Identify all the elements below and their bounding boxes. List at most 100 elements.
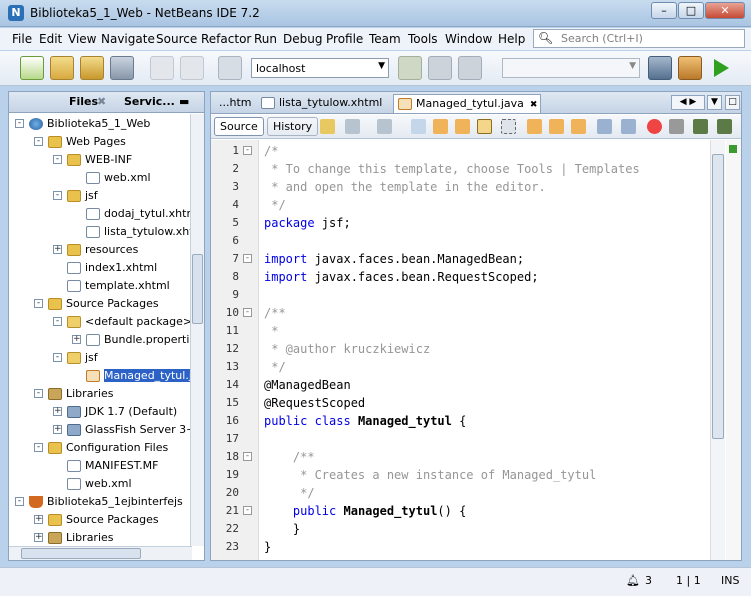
tree-node[interactable]: MANIFEST.MF (67, 457, 158, 475)
editor-vertical-scrollbar[interactable] (710, 140, 725, 560)
editor-tab-truncated[interactable]: ...htm (215, 94, 255, 113)
collapse-node-icon[interactable]: - (34, 443, 43, 452)
back-icon[interactable] (345, 119, 360, 134)
tree-node[interactable]: Configuration Files (48, 439, 168, 457)
tree-node[interactable]: Biblioteka5_1ejbinterfejs (29, 493, 183, 511)
collapse-node-icon[interactable]: - (34, 137, 43, 146)
code-line[interactable]: } (264, 520, 300, 538)
collapse-node-icon[interactable]: - (15, 497, 24, 506)
start-macro-recording-icon[interactable] (647, 119, 662, 134)
collapse-node-icon[interactable]: - (15, 119, 24, 128)
tree-node[interactable]: JDK 1.7 (Default) (67, 403, 177, 421)
toggle-highlight-icon[interactable] (477, 119, 492, 134)
menu-view[interactable]: View (68, 32, 96, 46)
build-hammer-icon[interactable] (648, 56, 672, 80)
search-box[interactable]: 🔍︎ Search (Ctrl+I) (533, 29, 745, 48)
menu-team[interactable]: Team (369, 32, 401, 46)
shift-right-icon[interactable] (621, 119, 636, 134)
code-line[interactable]: @ManagedBean (264, 376, 351, 394)
tree-node[interactable]: Web Pages (48, 133, 126, 151)
copy-icon[interactable] (428, 56, 452, 80)
menu-tools[interactable]: Tools (408, 32, 438, 46)
server-icon[interactable] (218, 56, 242, 80)
projects-tab-close-icon[interactable]: ✖ (97, 95, 106, 108)
tree-node[interactable]: GlassFish Server 3+ (67, 421, 191, 439)
open-project-icon[interactable] (80, 56, 104, 80)
fold-toggle-icon[interactable]: - (243, 254, 252, 263)
clean-build-icon[interactable] (678, 56, 702, 80)
menu-navigate[interactable]: Navigate (101, 32, 155, 46)
code-line[interactable]: /* (264, 142, 278, 160)
tree-node[interactable]: Biblioteka5_1_Web (29, 115, 150, 133)
code-line[interactable]: /** (264, 304, 286, 322)
menu-help[interactable]: Help (498, 32, 525, 46)
comment-icon[interactable] (693, 119, 708, 134)
redo-icon[interactable] (180, 56, 204, 80)
shift-left-icon[interactable] (597, 119, 612, 134)
minimize-panel-icon[interactable]: ▬ (179, 95, 189, 108)
source-button[interactable]: Source (214, 117, 264, 136)
tree-node[interactable]: jsf (67, 187, 98, 205)
menu-refactor[interactable]: Refactor (201, 32, 251, 46)
code-line[interactable]: @RequestScoped (264, 394, 365, 412)
code-area[interactable]: /* * To change this template, choose Too… (260, 140, 710, 560)
collapse-node-icon[interactable]: - (53, 191, 62, 200)
fold-toggle-icon[interactable]: - (243, 146, 252, 155)
collapse-node-icon[interactable]: - (53, 353, 62, 362)
tab-files[interactable]: Files (69, 95, 98, 108)
find-next-icon[interactable] (455, 119, 470, 134)
maximize-button[interactable]: □ (678, 2, 704, 19)
menu-source[interactable]: Source (156, 32, 197, 46)
tab-services[interactable]: Servic... (124, 95, 175, 108)
configuration-combo[interactable]: ▼ (502, 58, 640, 78)
tab-list-icon[interactable]: ▼ (707, 95, 722, 110)
expand-node-icon[interactable]: + (53, 425, 62, 434)
next-bookmark-icon[interactable] (549, 119, 564, 134)
menu-run[interactable]: Run (254, 32, 277, 46)
find-previous-icon[interactable] (433, 119, 448, 134)
code-line[interactable]: * Creates a new instance of Managed_tytu… (264, 466, 596, 484)
menu-window[interactable]: Window (445, 32, 492, 46)
code-line[interactable]: * (264, 322, 278, 340)
notifications-icon[interactable]: 🔔︎ (626, 574, 640, 587)
expand-node-icon[interactable]: + (53, 407, 62, 416)
menu-file[interactable]: File (12, 32, 32, 46)
tree-horizontal-scrollbar[interactable] (9, 546, 192, 560)
tree-node[interactable]: resources (67, 241, 138, 259)
fold-toggle-icon[interactable]: - (243, 452, 252, 461)
code-line[interactable]: import javax.faces.bean.RequestScoped; (264, 268, 539, 286)
code-line[interactable]: * To change this template, choose Tools … (264, 160, 639, 178)
tree-node[interactable]: jsf (67, 349, 98, 367)
scroll-tabs-icon[interactable]: ◀ ▶ (671, 95, 705, 110)
save-all-icon[interactable] (110, 56, 134, 80)
tree-vertical-scrollbar[interactable] (190, 114, 204, 546)
forward-icon[interactable] (377, 119, 392, 134)
paste-icon[interactable] (458, 56, 482, 80)
expand-node-icon[interactable]: + (53, 245, 62, 254)
editor-tab-lista-tytulow[interactable]: lista_tytulow.xhtml (257, 94, 390, 113)
tree-node[interactable]: Libraries (48, 529, 114, 547)
fold-toggle-icon[interactable]: - (243, 308, 252, 317)
rectangular-selection-icon[interactable] (501, 119, 516, 134)
tree-node[interactable]: dodaj_tytul.xhtml (86, 205, 191, 223)
tree-node[interactable]: Source Packages (48, 295, 159, 313)
menu-profile[interactable]: Profile (326, 32, 363, 46)
uncomment-icon[interactable] (717, 119, 732, 134)
close-tab-icon[interactable]: ✖ (530, 100, 538, 110)
find-icon[interactable] (411, 119, 426, 134)
toggle-bookmark-icon[interactable] (571, 119, 586, 134)
minimize-button[interactable]: – (651, 2, 677, 19)
undo-icon[interactable] (150, 56, 174, 80)
expand-node-icon[interactable]: + (72, 335, 81, 344)
code-line[interactable]: /** (264, 448, 315, 466)
code-line[interactable]: * and open the template in the editor. (264, 178, 546, 196)
code-line[interactable]: package jsf; (264, 214, 351, 232)
new-project-icon[interactable] (50, 56, 74, 80)
menu-edit[interactable]: Edit (39, 32, 62, 46)
menu-debug[interactable]: Debug (283, 32, 322, 46)
code-line[interactable]: * @author kruczkiewicz (264, 340, 430, 358)
tree-node[interactable]: Libraries (48, 385, 114, 403)
code-line[interactable]: import javax.faces.bean.ManagedBean; (264, 250, 524, 268)
collapse-node-icon[interactable]: - (34, 299, 43, 308)
code-line[interactable]: */ (264, 358, 285, 376)
